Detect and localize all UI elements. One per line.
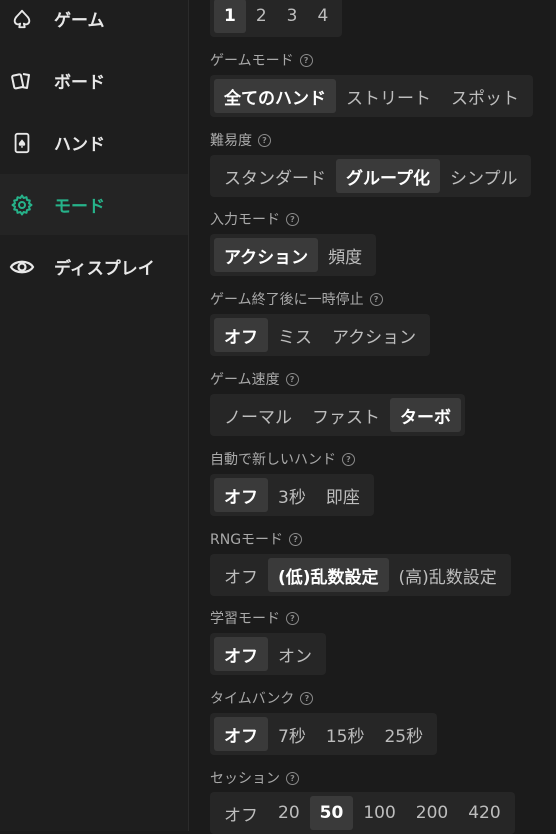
option-players-1[interactable]: 1: [214, 0, 246, 33]
help-icon[interactable]: ?: [258, 133, 271, 147]
game-mode-label: ゲームモード?: [210, 50, 313, 70]
help-icon[interactable]: ?: [342, 452, 355, 466]
option-off[interactable]: オフ: [214, 796, 268, 830]
difficulty-label: 難易度?: [210, 130, 271, 150]
label-text: ゲーム終了後に一時停止: [210, 292, 364, 308]
settings-panel: 1 2 3 4 ゲームモード? 全てのハンド ストリート スポット 難易度? ス…: [189, 0, 556, 834]
sidebar: ゲーム ボード ハンド モード ディスプレイ: [0, 0, 189, 831]
sidebar-item-board[interactable]: ボード: [0, 50, 188, 111]
sidebar-item-label: ゲーム: [54, 11, 105, 31]
help-icon[interactable]: ?: [286, 212, 299, 226]
option-off[interactable]: オフ: [214, 318, 268, 352]
label-text: 自動で新しいハンド: [210, 452, 336, 468]
auto-new-hand-selector: オフ 3秒 即座: [210, 474, 374, 516]
game-mode-selector: 全てのハンド ストリート スポット: [210, 75, 533, 117]
input-mode-selector: アクション 頻度: [210, 234, 377, 276]
spade-icon: [9, 6, 35, 32]
label-text: タイムバンク: [210, 691, 295, 707]
option-25s[interactable]: 25秒: [374, 717, 433, 751]
learning-mode-selector: オフ オン: [210, 633, 326, 675]
option-rng-high[interactable]: (高)乱数設定: [389, 558, 507, 592]
cards-icon: [9, 68, 35, 94]
game-speed-selector: ノーマル ファスト ターボ: [210, 394, 465, 436]
option-standard[interactable]: スタンダード: [214, 159, 336, 193]
option-off[interactable]: オフ: [214, 558, 268, 592]
sidebar-item-display[interactable]: ディスプレイ: [0, 236, 188, 297]
option-100[interactable]: 100: [353, 796, 405, 830]
option-street[interactable]: ストリート: [336, 79, 441, 113]
sidebar-item-label: ハンド: [54, 135, 105, 155]
option-players-4[interactable]: 4: [308, 0, 339, 33]
game-speed-label: ゲーム速度?: [210, 369, 299, 389]
option-15s[interactable]: 15秒: [316, 717, 375, 751]
option-fast[interactable]: ファスト: [302, 398, 390, 432]
help-icon[interactable]: ?: [300, 691, 314, 705]
option-3s[interactable]: 3秒: [268, 478, 316, 512]
option-spot[interactable]: スポット: [441, 79, 529, 113]
sidebar-item-label: モード: [54, 197, 105, 217]
rng-mode-selector: オフ (低)乱数設定 (高)乱数設定: [210, 554, 511, 596]
option-simple[interactable]: シンプル: [440, 159, 528, 193]
option-grouped[interactable]: グループ化: [336, 159, 440, 193]
option-players-3[interactable]: 3: [277, 0, 308, 33]
learning-mode-label: 学習モード?: [210, 608, 299, 628]
label-text: ゲーム速度: [210, 372, 280, 388]
sidebar-item-label: ディスプレイ: [54, 259, 155, 279]
players-selector: 1 2 3 4: [210, 0, 343, 37]
time-bank-selector: オフ 7秒 15秒 25秒: [210, 713, 438, 755]
label-text: セッション: [210, 771, 280, 787]
option-200[interactable]: 200: [406, 796, 458, 830]
option-action[interactable]: アクション: [322, 318, 426, 352]
option-rng-low[interactable]: (低)乱数設定: [268, 558, 389, 592]
rng-mode-label: RNGモード?: [210, 529, 303, 549]
help-icon[interactable]: ?: [299, 53, 313, 67]
option-420[interactable]: 420: [458, 796, 510, 830]
label-text: 入力モード: [210, 212, 280, 228]
option-action[interactable]: アクション: [214, 238, 319, 272]
sidebar-item-label: ボード: [54, 73, 105, 93]
option-on[interactable]: オン: [268, 637, 322, 671]
help-icon[interactable]: ?: [369, 292, 383, 306]
label-text: 学習モード: [210, 611, 280, 627]
help-icon[interactable]: ?: [286, 771, 299, 785]
gear-icon: [9, 192, 35, 218]
option-off[interactable]: オフ: [214, 717, 268, 751]
option-all-hands[interactable]: 全てのハンド: [214, 79, 336, 113]
option-7s[interactable]: 7秒: [268, 717, 316, 751]
session-label: セッション?: [210, 768, 299, 788]
card-spade-icon: [9, 130, 35, 156]
pause-after-game-selector: オフ ミス アクション: [210, 314, 431, 356]
option-normal[interactable]: ノーマル: [214, 398, 302, 432]
option-players-2[interactable]: 2: [246, 0, 277, 33]
option-miss[interactable]: ミス: [268, 318, 322, 352]
label-text: RNGモード: [210, 532, 284, 548]
difficulty-selector: スタンダード グループ化 シンプル: [210, 155, 532, 197]
help-icon[interactable]: ?: [285, 372, 299, 386]
input-mode-label: 入力モード?: [210, 209, 299, 229]
sidebar-item-game[interactable]: ゲーム: [0, 0, 188, 49]
auto-new-hand-label: 自動で新しいハンド?: [210, 449, 355, 469]
eye-icon: [9, 254, 35, 280]
help-icon[interactable]: ?: [286, 611, 299, 625]
help-icon[interactable]: ?: [289, 532, 303, 546]
label-text: ゲームモード: [210, 53, 294, 69]
pause-after-game-label: ゲーム終了後に一時停止?: [210, 289, 383, 309]
option-20[interactable]: 20: [268, 796, 310, 830]
option-frequency[interactable]: 頻度: [318, 238, 372, 272]
option-instant[interactable]: 即座: [316, 478, 370, 512]
sidebar-item-mode[interactable]: モード: [0, 174, 188, 235]
option-off[interactable]: オフ: [214, 637, 268, 671]
option-50[interactable]: 50: [309, 796, 354, 830]
time-bank-label: タイムバンク?: [210, 688, 314, 708]
sidebar-item-hand[interactable]: ハンド: [0, 112, 188, 173]
session-selector: オフ 20 50 100 200 420: [210, 792, 515, 834]
option-off[interactable]: オフ: [214, 478, 268, 512]
option-turbo[interactable]: ターボ: [390, 398, 461, 432]
label-text: 難易度: [210, 133, 252, 149]
